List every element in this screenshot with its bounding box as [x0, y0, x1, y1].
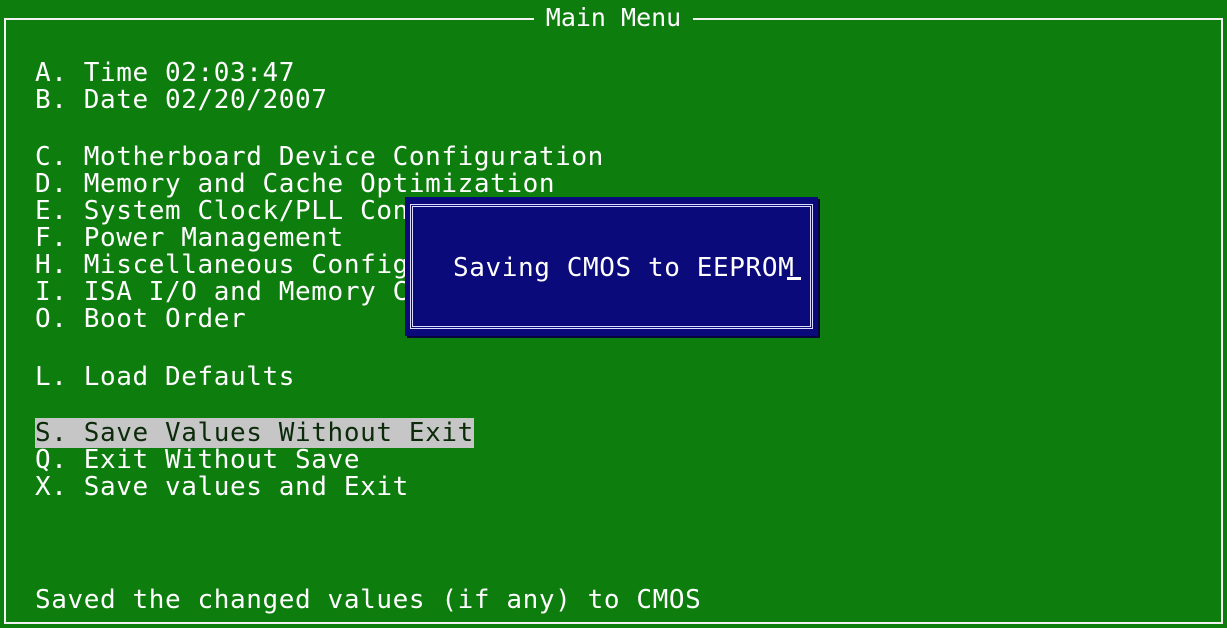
menu-item-save-and-exit[interactable]: X. Save values and Exit	[35, 474, 409, 501]
text-cursor	[787, 277, 801, 280]
menu-item-save-without-exit[interactable]: S. Save Values Without Exit	[35, 418, 474, 448]
menu-item-motherboard-device-configuration[interactable]: C. Motherboard Device Configuration	[35, 144, 604, 171]
saving-dialog: Saving CMOS to EEPROM	[405, 197, 818, 336]
menu-item-date[interactable]: B. Date 02/20/2007	[35, 87, 328, 114]
window-title: Main Menu	[0, 3, 1227, 32]
menu-item-miscellaneous-configuration[interactable]: H. Miscellaneous Configu	[35, 252, 425, 279]
menu-item-isa-io-memory[interactable]: I. ISA I/O and Memory Co	[35, 279, 425, 306]
menu-item-memory-cache-optimization[interactable]: D. Memory and Cache Optimization	[35, 171, 555, 198]
selected-menu-item-label[interactable]: S. Save Values Without Exit	[35, 418, 474, 448]
menu-item-time[interactable]: A. Time 02:03:47	[35, 60, 295, 87]
status-line: Saved the changed values (if any) to CMO…	[35, 585, 702, 615]
window-title-text: Main Menu	[533, 3, 694, 32]
menu-item-exit-without-save[interactable]: Q. Exit Without Save	[35, 447, 360, 474]
menu-item-boot-order[interactable]: O. Boot Order	[35, 306, 246, 333]
menu-item-system-clock-pll[interactable]: E. System Clock/PLL Conf	[35, 198, 425, 225]
menu-item-power-management[interactable]: F. Power Management	[35, 225, 344, 252]
dialog-message: Saving CMOS to EEPROM	[453, 253, 795, 283]
bios-screen: Main Menu A. Time 02:03:47 B. Date 02/20…	[0, 0, 1227, 628]
menu-item-load-defaults[interactable]: L. Load Defaults	[35, 364, 295, 391]
